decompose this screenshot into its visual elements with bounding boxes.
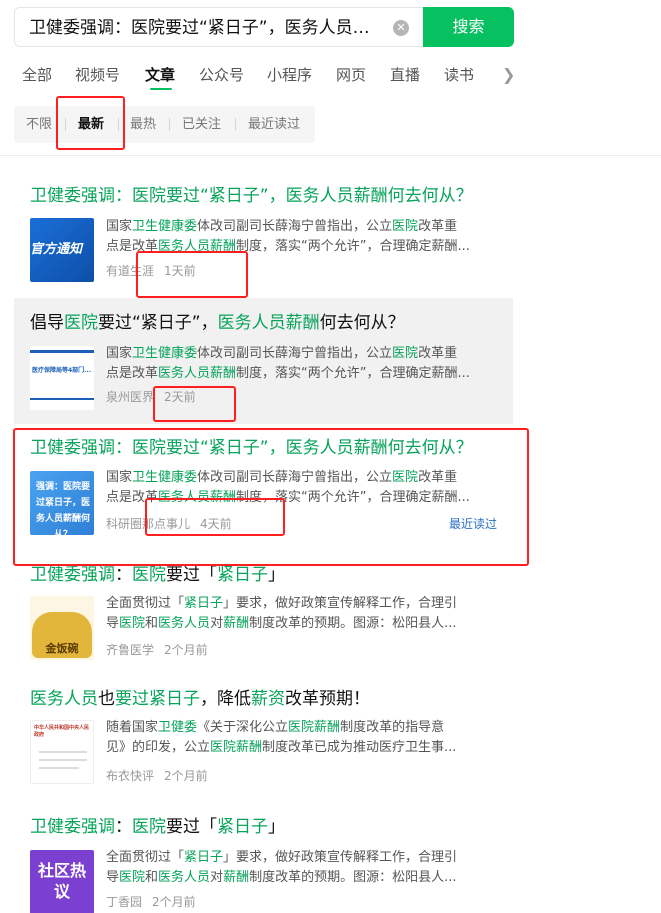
thumbnail-caption: 医疗保障局等4部门... xyxy=(32,367,92,374)
filter-divider xyxy=(118,118,119,131)
tab-mini-programs[interactable]: 小程序 xyxy=(267,65,312,85)
result-meta: 有道生涯 1天前 xyxy=(106,263,196,279)
tab-live[interactable]: 直播 xyxy=(390,65,420,85)
search-bar: 卫健委强调：医院要过“紧日子”，医务人员薪... ✕ 搜索 xyxy=(14,7,514,47)
result-card[interactable]: 医务人员也要过紧日子，降低薪资改革预期！ 中华人民共和国中央人民政府 随着国家卫… xyxy=(14,684,513,810)
filter-bar: 不限 最新 最热 已关注 最近读过 xyxy=(14,106,315,143)
category-tabs: 全部 视频号 文章 公众号 小程序 网页 直播 读书 ❯ xyxy=(0,62,661,90)
filter-divider xyxy=(169,118,170,131)
result-meta: 科研圈那点事儿 4天前 xyxy=(106,516,232,532)
result-source[interactable]: 科研圈那点事儿 xyxy=(106,517,190,531)
search-query-text[interactable]: 卫健委强调：医院要过“紧日子”，医务人员薪... xyxy=(29,17,381,39)
result-title[interactable]: 倡导医院要过“紧日子”，医务人员薪酬何去何从？ xyxy=(30,312,405,335)
filter-recently-read[interactable]: 最近读过 xyxy=(248,116,300,133)
thumbnail-caption: 强调：医院要过紧日子，医务人员薪酬何从？ xyxy=(35,482,90,535)
clear-circle-icon[interactable]: ✕ xyxy=(393,20,409,36)
result-thumbnail: 金饭碗 xyxy=(30,596,94,660)
tab-channels[interactable]: 视频号 xyxy=(75,65,120,85)
result-title[interactable]: 医务人员也要过紧日子，降低薪资改革预期！ xyxy=(30,688,370,711)
chevron-right-icon[interactable]: ❯ xyxy=(502,65,515,84)
result-time: 2天前 xyxy=(164,390,196,404)
search-input[interactable]: 卫健委强调：医院要过“紧日子”，医务人员薪... ✕ xyxy=(14,7,424,47)
tab-official-accounts[interactable]: 公众号 xyxy=(199,65,244,85)
result-meta: 布衣快评 2个月前 xyxy=(106,768,208,784)
filter-divider xyxy=(65,118,66,131)
result-snippet: 全面贯彻过「紧日子」要求，做好政策宣传解释工作，合理引 导医院和医务人员对薪酬制… xyxy=(106,596,458,631)
result-snippet: 随着国家卫健委《关于深化公立医院薪酬制度改革的指导意 见》的印发，公立医院薪酬制… xyxy=(106,720,457,755)
filter-newest[interactable]: 最新 xyxy=(78,116,104,133)
result-card[interactable]: 卫健委强调：医院要过「紧日子」 社区热议 全面贯彻过「紧日子」要求，做好政策宣传… xyxy=(14,810,513,913)
result-time: 2个月前 xyxy=(152,895,196,909)
result-snippet: 全面贯彻过「紧日子」要求，做好政策宣传解释工作，合理引 导医院和医务人员对薪酬制… xyxy=(106,850,458,885)
result-meta: 泉州医界 2天前 xyxy=(106,389,196,405)
result-title[interactable]: 卫健委强调：医院要过“紧日子”，医务人员薪酬何去何从？ xyxy=(30,185,473,208)
result-title[interactable]: 卫健委强调：医院要过「紧日子」 xyxy=(30,816,285,839)
result-source[interactable]: 泉州医界 xyxy=(106,390,154,404)
result-meta: 齐鲁医学 2个月前 xyxy=(106,642,208,658)
result-meta: 丁香园 2个月前 xyxy=(106,894,196,910)
result-thumbnail: 强调：医院要过紧日子，医务人员薪酬何从？ xyxy=(30,471,94,535)
thumbnail-caption: 中华人民共和国中央人民政府 xyxy=(34,725,90,738)
filter-hottest[interactable]: 最热 xyxy=(130,116,156,133)
result-snippet: 国家卫生健康委体改司副司长薛海宁曾指出，公立医院改革重 点是改革医务人员薪酬制度… xyxy=(106,470,470,505)
result-thumbnail: 医疗保障局等4部门... xyxy=(30,346,94,410)
result-time: 4天前 xyxy=(200,517,232,531)
result-title[interactable]: 卫健委强调：医院要过“紧日子”，医务人员薪酬何去何从？ xyxy=(30,437,473,460)
result-time: 1天前 xyxy=(164,264,196,278)
result-time: 2个月前 xyxy=(164,643,208,657)
result-source[interactable]: 齐鲁医学 xyxy=(106,643,154,657)
tab-books[interactable]: 读书 xyxy=(444,65,474,85)
tab-articles[interactable]: 文章 xyxy=(145,65,175,85)
result-thumbnail: 社区热议 xyxy=(30,850,94,913)
search-button[interactable]: 搜索 xyxy=(423,7,514,47)
result-thumbnail: 官方通知 xyxy=(30,218,94,282)
thumbnail-caption: 社区热议 xyxy=(38,861,87,901)
result-card[interactable]: 卫健委强调：医院要过「紧日子」 金饭碗 全面贯彻过「紧日子」要求，做好政策宣传解… xyxy=(14,560,513,684)
filter-divider xyxy=(235,118,236,131)
tab-all[interactable]: 全部 xyxy=(22,65,52,85)
thumbnail-caption: 金饭碗 xyxy=(45,642,79,655)
result-time: 2个月前 xyxy=(164,769,208,783)
recently-read-link[interactable]: 最近读过 xyxy=(449,516,497,532)
result-thumbnail: 中华人民共和国中央人民政府 xyxy=(30,720,94,784)
tab-web[interactable]: 网页 xyxy=(336,65,366,85)
filter-any[interactable]: 不限 xyxy=(26,116,52,133)
result-snippet: 国家卫生健康委体改司副司长薛海宁曾指出，公立医院改革重 点是改革医务人员薪酬制度… xyxy=(106,219,470,254)
filter-followed[interactable]: 已关注 xyxy=(182,116,221,133)
section-divider xyxy=(0,155,661,156)
result-card[interactable]: 倡导医院要过“紧日子”，医务人员薪酬何去何从？ 医疗保障局等4部门... 国家卫… xyxy=(14,298,513,424)
result-snippet: 国家卫生健康委体改司副司长薛海宁曾指出，公立医院改革重 点是改革医务人员薪酬制度… xyxy=(106,346,470,381)
result-source[interactable]: 有道生涯 xyxy=(106,264,154,278)
result-title[interactable]: 卫健委强调：医院要过「紧日子」 xyxy=(30,564,285,587)
result-source[interactable]: 布衣快评 xyxy=(106,769,154,783)
result-card[interactable]: 卫健委强调：医院要过“紧日子”，医务人员薪酬何去何从？ 官方通知 国家卫生健康委… xyxy=(14,171,513,298)
result-card[interactable]: 卫健委强调：医院要过“紧日子”，医务人员薪酬何去何从？ 强调：医院要过紧日子，医… xyxy=(14,424,513,560)
active-tab-indicator xyxy=(150,88,172,90)
result-source[interactable]: 丁香园 xyxy=(106,895,142,909)
thumbnail-caption: 官方通知 xyxy=(30,242,83,257)
